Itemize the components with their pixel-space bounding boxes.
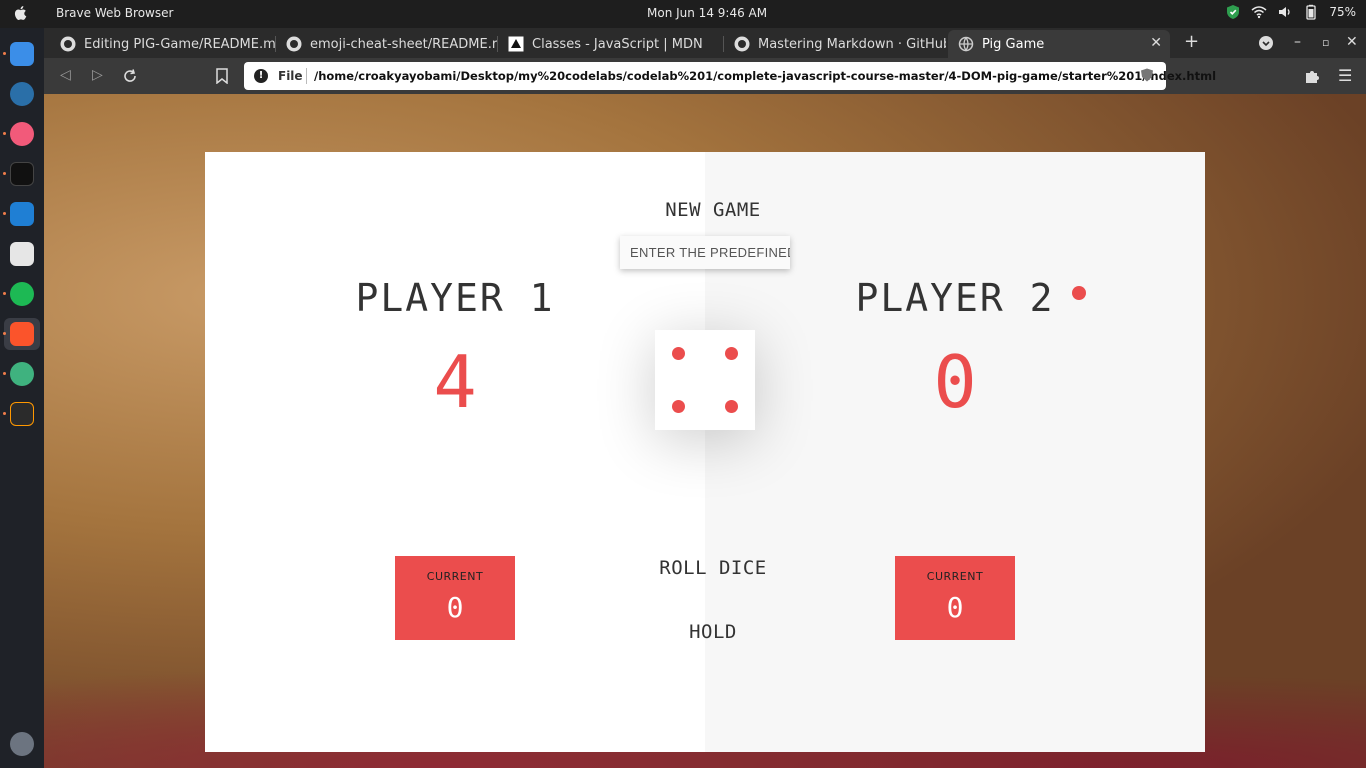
tab-pig-game[interactable]: Pig Game ✕ (948, 30, 1170, 58)
dock-running-indicator (3, 412, 6, 415)
extensions-puzzle-icon[interactable] (1304, 68, 1320, 84)
close-window-icon[interactable]: ✕ (1346, 34, 1358, 50)
dice-pip (725, 400, 738, 413)
browser-toolbar: ◁ ▷ ! File /home/croakyayobami/Desktop/m… (44, 58, 1366, 94)
new-tab-plus-icon[interactable]: + (1184, 31, 1199, 52)
system-top-bar: Brave Web Browser Mon Jun 14 9:46 AM 75% (0, 0, 1366, 28)
maximize-window-icon[interactable]: ▫ (1322, 36, 1329, 49)
player-1-name: PLAYER 1 (355, 276, 555, 320)
browser-tab-bar: Editing PIG-Game/README.m emoji-cheat-sh… (44, 28, 1366, 58)
github-icon (734, 36, 750, 52)
player-1-current-score: 0 (446, 591, 464, 624)
tab-mastering-markdown[interactable]: Mastering Markdown · GitHub (724, 30, 946, 58)
forward-icon[interactable]: ▷ (92, 67, 103, 83)
dock-running-indicator (3, 212, 6, 215)
music-icon[interactable] (10, 122, 34, 146)
player-2-name: PLAYER 2 (855, 276, 1055, 320)
dock-running-indicator (3, 332, 6, 335)
reload-icon[interactable] (122, 68, 138, 84)
dock-running-indicator (3, 372, 6, 375)
vscode-icon[interactable] (10, 202, 34, 226)
volume-icon[interactable] (1277, 4, 1293, 20)
github-icon (60, 36, 76, 52)
battery-icon[interactable] (1303, 4, 1319, 20)
player-1-current-label: CURRENT (426, 570, 484, 583)
sublime-text-icon[interactable] (10, 402, 34, 426)
address-bar[interactable]: ! File /home/croakyayobami/Desktop/my%20… (244, 62, 1216, 90)
dice-pip (725, 347, 738, 360)
tab-label: Mastering Markdown · GitHub (758, 36, 946, 52)
player-1-score: 4 (433, 340, 477, 424)
battery-percent: 75% (1329, 5, 1356, 19)
tab-label: Editing PIG-Game/README.m (84, 36, 276, 52)
url-text[interactable]: /home/croakyayobami/Desktop/my%20codelab… (314, 69, 1216, 83)
network-app-icon[interactable] (10, 362, 34, 386)
github-icon (286, 36, 302, 52)
player-2-score: 0 (933, 340, 977, 424)
tab-label: Classes - JavaScript | MDN (532, 36, 703, 52)
tab-emoji-cheat-sheet[interactable]: emoji-cheat-sheet/README.r (276, 30, 498, 58)
wifi-icon[interactable] (1251, 4, 1267, 20)
dock-running-indicator (3, 292, 6, 295)
dock-running-indicator (3, 172, 6, 175)
tab-editing-readme[interactable]: Editing PIG-Game/README.m (50, 30, 276, 58)
brave-shields-icon[interactable] (1140, 68, 1154, 82)
player-2-current-label: CURRENT (926, 570, 984, 583)
tab-label: emoji-cheat-sheet/README.r (310, 36, 498, 52)
roll-dice-button[interactable]: ROLL DICE (583, 557, 843, 579)
tab-list-dropdown-icon[interactable] (1258, 35, 1274, 51)
apple-icon[interactable] (12, 4, 30, 22)
spotify-icon[interactable] (10, 282, 34, 306)
minimize-window-icon[interactable]: – (1294, 34, 1301, 50)
hold-button[interactable]: HOLD (583, 621, 843, 643)
shield-icon[interactable] (1225, 4, 1241, 20)
brave-icon[interactable] (10, 322, 34, 346)
dock-running-indicator (3, 52, 6, 55)
image-viewer-icon[interactable] (10, 82, 34, 106)
dice-face-four (655, 330, 755, 430)
finder-icon[interactable] (10, 42, 34, 66)
tab-mdn-classes[interactable]: Classes - JavaScript | MDN (498, 30, 724, 58)
new-game-button[interactable]: NEW GAME (583, 199, 843, 221)
url-scheme: File (278, 69, 303, 83)
close-tab-icon[interactable]: ✕ (1150, 35, 1162, 51)
hamburger-menu-icon[interactable]: ☰ (1338, 66, 1352, 85)
player-1-current-box: CURRENT 0 (395, 556, 515, 640)
web-page-viewport: PLAYER 1 4 CURRENT 0 PLAYER 2 0 CURRENT … (44, 94, 1366, 768)
clock[interactable]: Mon Jun 14 9:46 AM (647, 6, 767, 20)
game-wrapper: PLAYER 1 4 CURRENT 0 PLAYER 2 0 CURRENT … (205, 152, 1205, 752)
system-tray: 75% (1225, 4, 1356, 20)
player-2-current-box: CURRENT 0 (895, 556, 1015, 640)
launcher-icon[interactable] (10, 732, 34, 756)
terminal-icon[interactable] (10, 162, 34, 186)
site-info-icon[interactable]: ! (254, 69, 268, 83)
player-2-current-score: 0 (946, 591, 964, 624)
application-dock (0, 28, 44, 768)
dice-pip (672, 347, 685, 360)
tab-label: Pig Game (982, 36, 1045, 52)
dock-running-indicator (3, 132, 6, 135)
bookmark-icon[interactable] (215, 68, 229, 84)
winning-score-input[interactable] (620, 236, 790, 269)
mdn-icon (508, 36, 524, 52)
back-icon[interactable]: ◁ (60, 67, 71, 83)
text-editor-icon[interactable] (10, 242, 34, 266)
active-app-name: Brave Web Browser (56, 6, 174, 20)
url-divider (306, 68, 307, 84)
active-player-indicator (1072, 286, 1086, 300)
dice-pip (672, 400, 685, 413)
globe-icon (958, 36, 974, 52)
